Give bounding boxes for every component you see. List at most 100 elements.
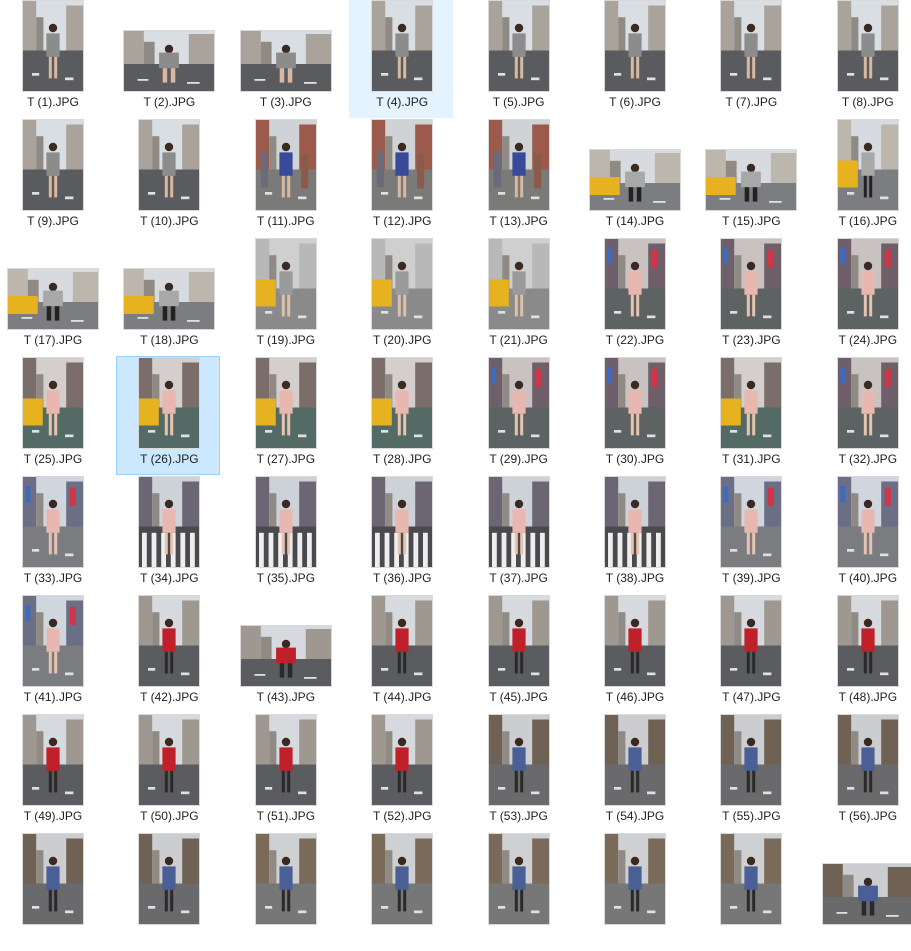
image-thumbnail[interactable] xyxy=(255,358,316,448)
file-item[interactable]: T (6).JPG xyxy=(582,0,686,118)
file-item[interactable]: T (15).JPG xyxy=(698,118,802,237)
image-thumbnail[interactable] xyxy=(255,834,316,924)
file-item[interactable]: T (45).JPG xyxy=(466,594,570,713)
image-thumbnail[interactable] xyxy=(124,269,215,329)
file-item[interactable]: T (41).JPG xyxy=(0,594,104,713)
file-item[interactable]: T (44).JPG xyxy=(349,594,453,713)
file-item[interactable]: T (20).JPG xyxy=(349,237,453,356)
image-thumbnail[interactable] xyxy=(139,596,200,686)
image-thumbnail[interactable] xyxy=(488,239,549,329)
image-thumbnail[interactable] xyxy=(23,358,83,448)
file-item[interactable]: T (30).JPG xyxy=(582,356,686,475)
image-thumbnail[interactable] xyxy=(837,120,898,210)
file-item[interactable]: T (35).JPG xyxy=(233,475,337,594)
file-item[interactable]: T (26).JPG xyxy=(116,356,221,475)
image-thumbnail[interactable] xyxy=(8,269,98,329)
file-item[interactable]: T (14).JPG xyxy=(582,118,686,237)
file-item[interactable]: T (38).JPG xyxy=(582,475,686,594)
image-thumbnail[interactable] xyxy=(721,1,782,91)
file-item[interactable]: T (7).JPG xyxy=(698,0,802,118)
image-thumbnail[interactable] xyxy=(372,834,433,924)
image-thumbnail[interactable] xyxy=(23,120,83,210)
file-item[interactable]: T (40).JPG xyxy=(815,475,911,594)
image-thumbnail[interactable] xyxy=(372,239,433,329)
image-thumbnail[interactable] xyxy=(721,358,782,448)
image-thumbnail[interactable] xyxy=(372,715,433,805)
image-thumbnail[interactable] xyxy=(488,477,549,567)
file-item[interactable]: T (21).JPG xyxy=(466,237,570,356)
image-thumbnail[interactable] xyxy=(372,358,433,448)
image-thumbnail[interactable] xyxy=(23,596,83,686)
file-item[interactable] xyxy=(349,832,453,951)
image-thumbnail[interactable] xyxy=(837,1,898,91)
image-thumbnail[interactable] xyxy=(488,358,549,448)
file-item[interactable]: T (28).JPG xyxy=(349,356,453,475)
file-item[interactable]: T (16).JPG xyxy=(815,118,911,237)
file-item[interactable]: T (19).JPG xyxy=(233,237,337,356)
file-item[interactable]: T (50).JPG xyxy=(116,713,220,832)
file-item[interactable]: T (23).JPG xyxy=(698,237,802,356)
image-thumbnail[interactable] xyxy=(605,239,665,329)
image-thumbnail[interactable] xyxy=(23,1,83,91)
file-item[interactable]: T (9).JPG xyxy=(0,118,104,237)
image-thumbnail[interactable] xyxy=(488,1,549,91)
file-item[interactable]: T (10).JPG xyxy=(116,118,220,237)
file-item[interactable]: T (42).JPG xyxy=(116,594,220,713)
image-thumbnail[interactable] xyxy=(605,715,665,805)
file-item[interactable]: T (31).JPG xyxy=(698,356,802,475)
image-thumbnail[interactable] xyxy=(822,864,911,924)
file-item[interactable] xyxy=(698,832,802,951)
image-thumbnail[interactable] xyxy=(240,31,331,91)
image-thumbnail[interactable] xyxy=(590,150,680,210)
file-item[interactable]: T (47).JPG xyxy=(698,594,802,713)
file-item[interactable]: T (55).JPG xyxy=(698,713,802,832)
file-item[interactable]: T (39).JPG xyxy=(698,475,802,594)
file-item[interactable]: T (18).JPG xyxy=(116,237,220,356)
image-thumbnail[interactable] xyxy=(488,715,549,805)
image-thumbnail[interactable] xyxy=(23,477,83,567)
file-item[interactable] xyxy=(466,832,570,951)
file-item[interactable]: T (11).JPG xyxy=(233,118,337,237)
file-item[interactable] xyxy=(116,832,220,951)
image-thumbnail[interactable] xyxy=(721,596,782,686)
file-item[interactable]: T (51).JPG xyxy=(233,713,337,832)
file-item[interactable]: T (25).JPG xyxy=(0,356,104,475)
file-item[interactable]: T (2).JPG xyxy=(116,0,220,118)
file-item[interactable]: T (27).JPG xyxy=(233,356,337,475)
image-thumbnail[interactable] xyxy=(372,596,433,686)
image-thumbnail[interactable] xyxy=(837,358,898,448)
image-thumbnail[interactable] xyxy=(488,834,549,924)
image-thumbnail[interactable] xyxy=(124,31,215,91)
file-item[interactable] xyxy=(0,832,104,951)
image-thumbnail[interactable] xyxy=(488,120,549,210)
image-thumbnail[interactable] xyxy=(721,715,782,805)
file-item[interactable]: T (33).JPG xyxy=(0,475,104,594)
image-thumbnail[interactable] xyxy=(706,150,797,210)
file-item[interactable]: T (49).JPG xyxy=(0,713,104,832)
image-thumbnail[interactable] xyxy=(721,477,782,567)
image-thumbnail[interactable] xyxy=(139,358,200,448)
image-thumbnail[interactable] xyxy=(139,715,200,805)
image-thumbnail[interactable] xyxy=(721,239,782,329)
image-thumbnail[interactable] xyxy=(139,834,200,924)
file-item[interactable]: T (37).JPG xyxy=(466,475,570,594)
file-item[interactable]: T (32).JPG xyxy=(815,356,911,475)
file-item[interactable]: T (13).JPG xyxy=(466,118,570,237)
file-item[interactable]: T (53).JPG xyxy=(466,713,570,832)
file-item[interactable]: T (56).JPG xyxy=(815,713,911,832)
file-item[interactable]: T (48).JPG xyxy=(815,594,911,713)
image-thumbnail[interactable] xyxy=(837,477,898,567)
image-thumbnail[interactable] xyxy=(255,715,316,805)
file-item[interactable]: T (3).JPG xyxy=(233,0,337,118)
file-item[interactable]: T (12).JPG xyxy=(349,118,453,237)
image-thumbnail[interactable] xyxy=(23,834,83,924)
image-thumbnail[interactable] xyxy=(605,358,665,448)
image-thumbnail[interactable] xyxy=(372,1,433,91)
image-thumbnail[interactable] xyxy=(139,477,200,567)
image-thumbnail[interactable] xyxy=(605,596,665,686)
file-item[interactable]: T (1).JPG xyxy=(0,0,104,118)
image-thumbnail[interactable] xyxy=(255,239,316,329)
file-item[interactable]: T (52).JPG xyxy=(349,713,453,832)
image-thumbnail[interactable] xyxy=(255,477,316,567)
image-thumbnail[interactable] xyxy=(23,715,83,805)
